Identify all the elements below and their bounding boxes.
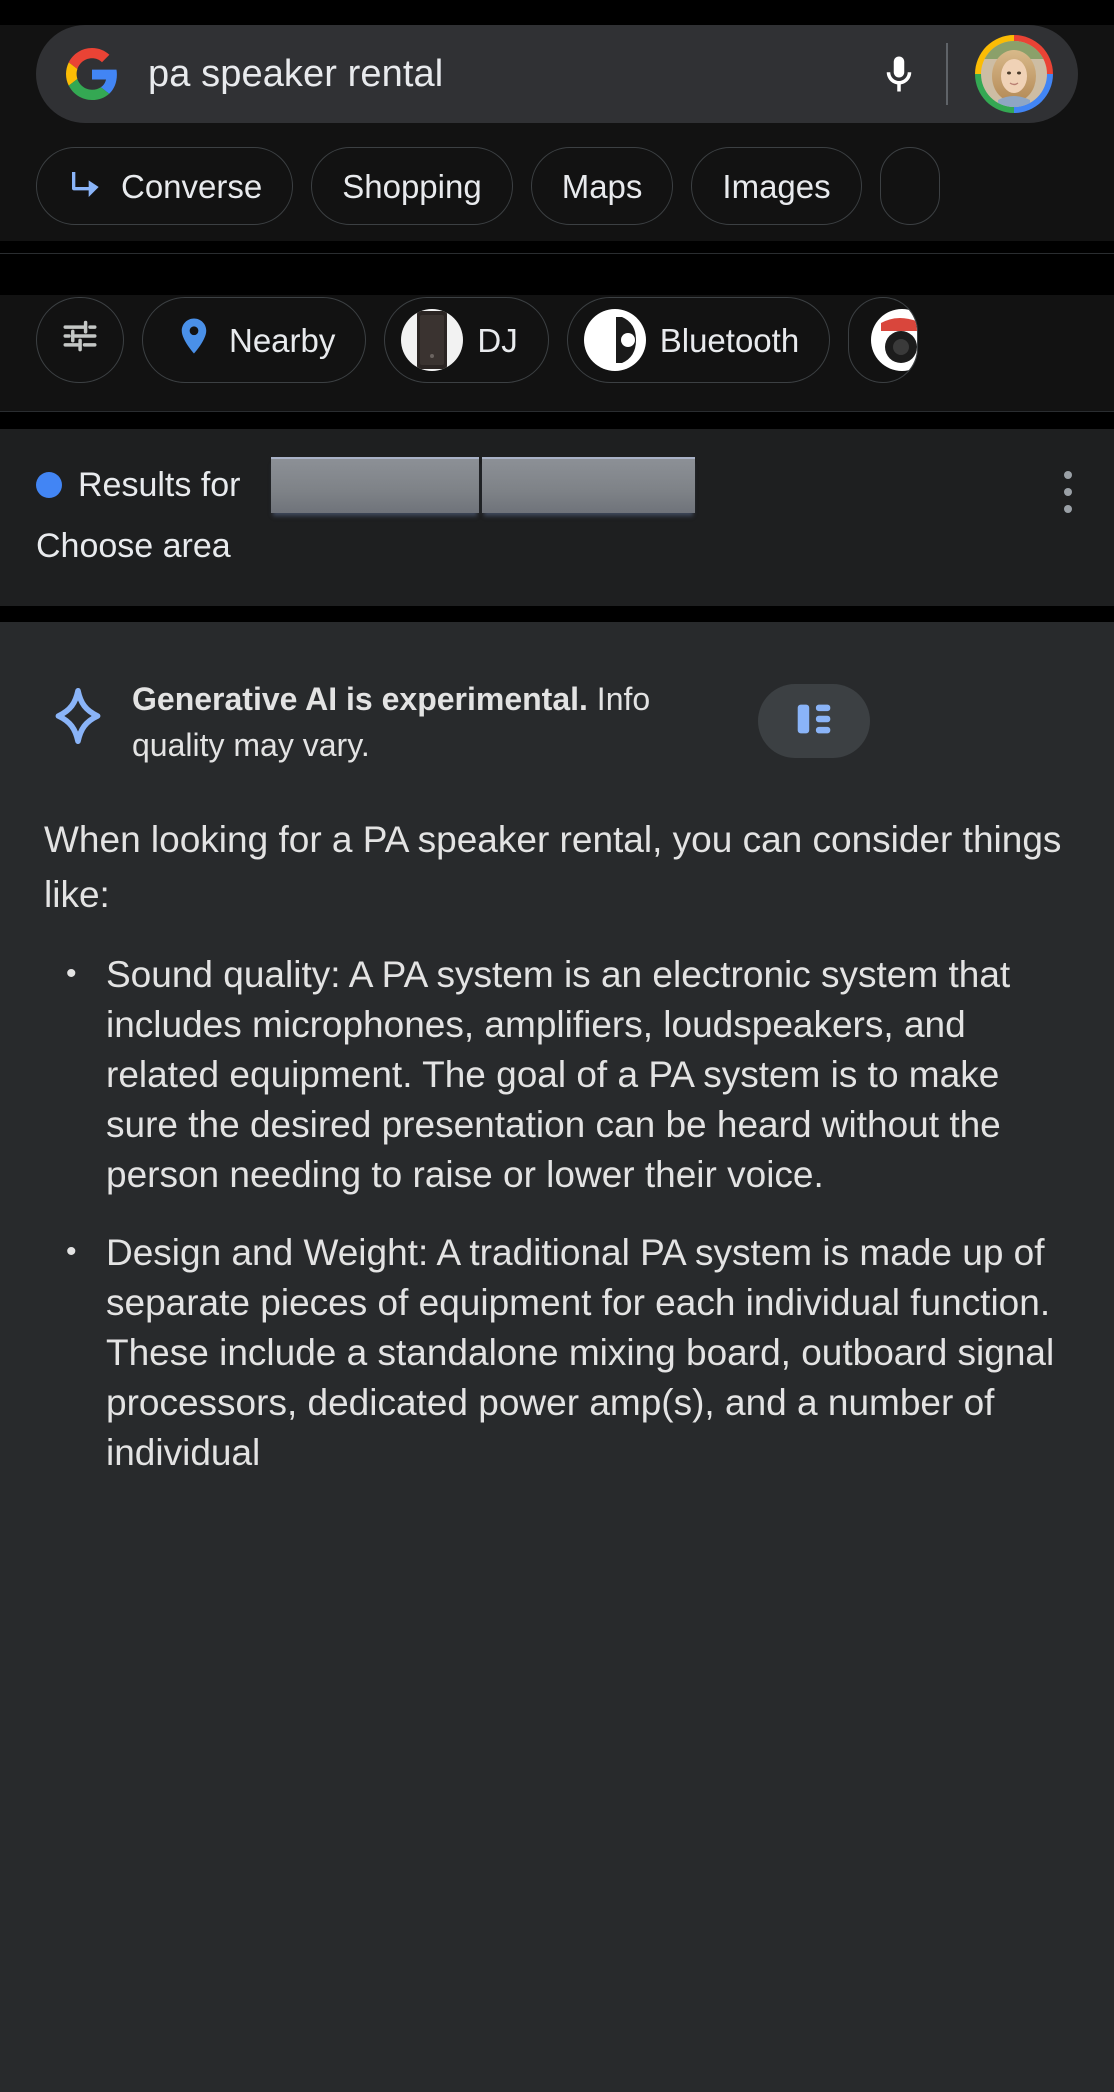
bullet-glyph: • [66,1234,77,1268]
bullet-text: Sound quality: A PA system is an electro… [106,954,1011,1196]
content-fade-overlay [0,1862,1114,2092]
tab-shopping[interactable]: Shopping [311,147,513,225]
list-view-icon [791,696,837,747]
subdirectory-arrow-icon [67,162,107,210]
filter-chip-label: DJ [477,321,518,359]
tab-label: Maps [561,167,643,205]
bluetooth-speaker-thumbnail [583,309,646,371]
filter-chip-partial[interactable] [848,297,919,383]
microphone-icon[interactable] [878,46,920,102]
search-header: pa speaker rental Converse Shopping Maps… [0,25,1114,241]
tab-label: Converse [121,167,263,205]
filter-chips-section: Nearby DJ Bluetooth [0,295,1114,411]
choose-area-link[interactable]: Choose area [36,527,1078,566]
list-view-button[interactable] [758,684,870,758]
location-status-dot [36,472,62,498]
tab-images[interactable]: Images [691,147,862,225]
tab-converse[interactable]: Converse [36,147,294,225]
ai-bullet-list: • Sound quality: A PA system is an elect… [44,950,1070,1477]
tab-label: Images [722,167,831,205]
filter-chip-label: Nearby [229,321,336,359]
tab-maps[interactable]: Maps [530,147,674,225]
account-avatar[interactable] [972,32,1056,116]
tab-label: Shopping [342,167,482,205]
google-logo-icon [66,48,118,100]
search-bar[interactable]: pa speaker rental [36,25,1078,123]
filter-chip-bluetooth[interactable]: Bluetooth [566,297,831,383]
kebab-menu-icon[interactable] [1064,471,1072,522]
filter-chip-dj[interactable]: DJ [384,297,549,383]
bullet-text: Design and Weight: A traditional PA syst… [106,1231,1055,1473]
section-divider-2 [0,411,1114,429]
ai-disclaimer-row: Generative AI is experimental. Info qual… [36,658,1078,779]
ai-disclaimer-text: Generative AI is experimental. Info qual… [132,676,732,769]
filter-chip-label: Bluetooth [659,321,800,359]
panel-gap [0,606,1114,622]
ai-disclaimer-bold: Generative AI is experimental. [132,681,588,717]
tune-filter-button[interactable] [36,297,124,383]
tune-sliders-icon [58,314,102,366]
dj-speaker-thumbnail [401,309,464,371]
section-divider [0,253,1114,271]
ai-intro-text: When looking for a PA speaker rental, yo… [44,818,1062,915]
generative-ai-panel: Generative AI is experimental. Info qual… [0,622,1114,2092]
red-speaker-thumbnail [871,309,918,371]
bullet-glyph: • [66,957,77,991]
results-for-bar: Results for Choose area [0,429,1114,606]
redacted-location [270,457,695,513]
list-item: • Design and Weight: A traditional PA sy… [44,1228,1070,1478]
search-query-text[interactable]: pa speaker rental [148,53,878,96]
results-for-line: Results for [36,457,1078,513]
filter-chips-row[interactable]: Nearby DJ Bluetooth [0,295,1114,385]
list-item: • Sound quality: A PA system is an elect… [44,950,1070,1200]
tab-more-partial[interactable] [879,147,940,225]
results-for-prefix: Results for [78,465,241,504]
location-pin-icon [173,315,215,365]
filter-chip-nearby[interactable]: Nearby [142,297,367,383]
generative-ai-spark-icon [50,688,106,744]
search-divider [946,43,948,105]
search-tabs-row[interactable]: Converse Shopping Maps Images [0,147,1114,225]
